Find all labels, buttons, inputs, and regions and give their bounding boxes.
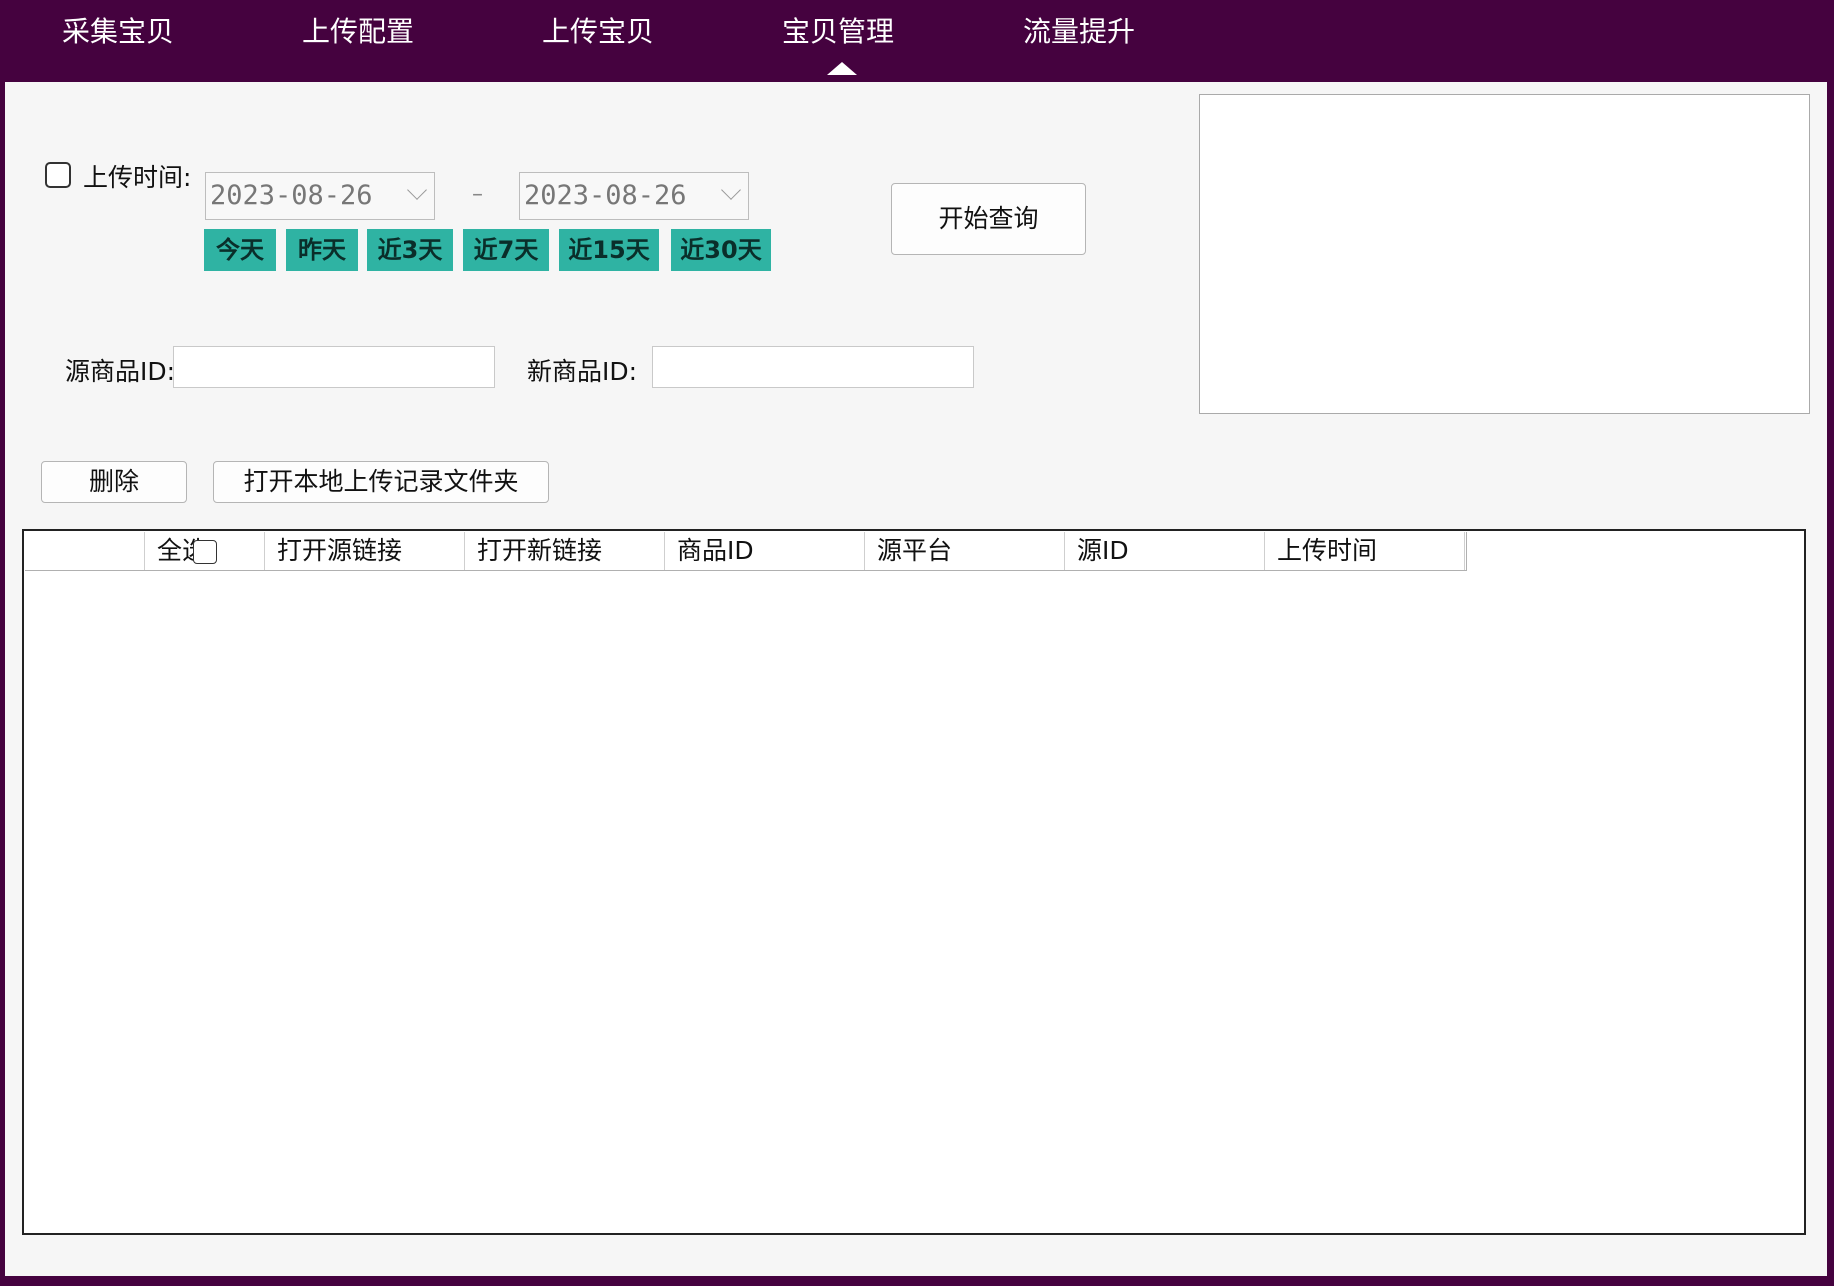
column-header-source-platform[interactable]: 源平台 [865, 532, 1065, 570]
nav-tab-upload-config[interactable]: 上传配置 [302, 12, 414, 52]
quick-range-today[interactable]: 今天 [204, 229, 276, 271]
chevron-down-icon [407, 180, 427, 200]
upload-time-checkbox[interactable] [45, 162, 71, 188]
preview-panel [1199, 94, 1810, 414]
start-date-picker[interactable]: 2023-08-26 [205, 172, 435, 220]
start-date-value: 2023-08-26 [210, 180, 373, 211]
source-id-label: 源商品ID: [65, 357, 176, 386]
end-date-value: 2023-08-26 [524, 180, 687, 211]
quick-range-yesterday[interactable]: 昨天 [286, 229, 358, 271]
column-header-upload-time[interactable]: 上传时间 [1265, 532, 1465, 570]
column-header-index [25, 532, 145, 570]
new-id-label: 新商品ID: [527, 357, 638, 386]
quick-range-30-days[interactable]: 近30天 [671, 229, 771, 271]
quick-range-15-days[interactable]: 近15天 [559, 229, 659, 271]
main-panel: 上传时间: 2023-08-26 – 2023-08-26 今天 昨天 近3天 … [5, 82, 1827, 1276]
select-all-checkbox[interactable] [193, 540, 217, 564]
nav-tab-upload-items[interactable]: 上传宝贝 [542, 12, 654, 52]
column-header-item-id[interactable]: 商品ID [665, 532, 865, 570]
date-range-separator: – [472, 182, 483, 207]
table-header: 全选 打开源链接 打开新链接 商品ID 源平台 源ID 上传时间 [25, 532, 1467, 571]
chevron-down-icon [721, 180, 741, 200]
quick-range-3-days[interactable]: 近3天 [367, 229, 453, 271]
start-query-button[interactable]: 开始查询 [891, 183, 1086, 255]
active-tab-indicator [827, 62, 857, 75]
nav-tab-item-management[interactable]: 宝贝管理 [782, 12, 894, 52]
nav-tab-traffic-boost[interactable]: 流量提升 [1023, 12, 1135, 52]
quick-range-7-days[interactable]: 近7天 [463, 229, 549, 271]
top-nav: 采集宝贝 上传配置 上传宝贝 宝贝管理 流量提升 [0, 0, 1834, 82]
delete-button[interactable]: 删除 [41, 461, 187, 503]
nav-tab-collect[interactable]: 采集宝贝 [62, 12, 174, 52]
end-date-picker[interactable]: 2023-08-26 [519, 172, 749, 220]
records-table[interactable]: 全选 打开源链接 打开新链接 商品ID 源平台 源ID 上传时间 [22, 529, 1806, 1235]
column-header-open-source-link[interactable]: 打开源链接 [265, 532, 465, 570]
new-id-input[interactable] [652, 346, 974, 388]
column-header-source-id[interactable]: 源ID [1065, 532, 1265, 570]
column-header-open-new-link[interactable]: 打开新链接 [465, 532, 665, 570]
upload-time-label: 上传时间: [83, 163, 192, 192]
source-id-input[interactable] [173, 346, 495, 388]
open-upload-record-folder-button[interactable]: 打开本地上传记录文件夹 [213, 461, 549, 503]
